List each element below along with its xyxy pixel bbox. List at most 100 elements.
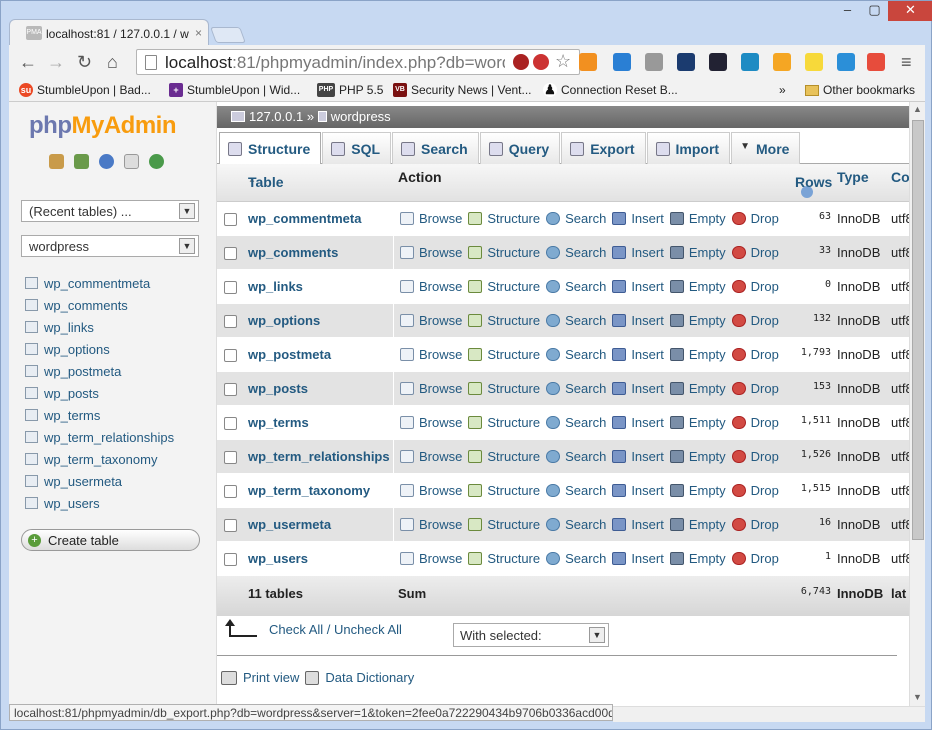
table-name-link[interactable]: wp_options: [248, 313, 320, 328]
bookmarks-overflow-button[interactable]: »: [779, 83, 786, 97]
extension-icon[interactable]: [773, 53, 791, 71]
sidebar-table-item[interactable]: wp_commentmeta: [25, 272, 174, 294]
empty-action[interactable]: Empty: [669, 551, 726, 566]
search-action[interactable]: Search: [546, 517, 606, 532]
insert-action[interactable]: Insert: [612, 347, 664, 362]
row-checkbox[interactable]: [224, 451, 237, 464]
sidebar-table-item[interactable]: wp_posts: [25, 382, 174, 404]
row-checkbox[interactable]: [224, 315, 237, 328]
table-name-link[interactable]: wp_postmeta: [248, 347, 331, 362]
sidebar-table-item[interactable]: wp_comments: [25, 294, 174, 316]
row-checkbox[interactable]: [224, 553, 237, 566]
scroll-down-icon[interactable]: ▼: [913, 692, 922, 702]
sidebar-table-item[interactable]: wp_term_relationships: [25, 426, 174, 448]
database-select[interactable]: wordpress ▼: [21, 235, 199, 257]
empty-action[interactable]: Empty: [669, 449, 726, 464]
empty-action[interactable]: Empty: [669, 313, 726, 328]
bookmark-item[interactable]: VB Security News | Vent...: [393, 83, 532, 97]
breadcrumb-db[interactable]: wordpress: [331, 109, 391, 124]
tab-structure[interactable]: Structure: [219, 132, 322, 164]
create-table-button[interactable]: + Create table: [21, 529, 200, 551]
drop-action[interactable]: Drop: [731, 551, 779, 566]
browser-tab[interactable]: PMA localhost:81 / 127.0.0.1 / w ×: [9, 19, 209, 47]
bookmark-star-icon[interactable]: ☆: [555, 51, 571, 72]
extension-icon[interactable]: [709, 53, 727, 71]
breadcrumb-server[interactable]: 127.0.0.1: [249, 109, 303, 124]
other-bookmarks[interactable]: Other bookmarks: [805, 83, 915, 97]
docs-icon[interactable]: [124, 154, 139, 169]
empty-action[interactable]: Empty: [669, 483, 726, 498]
search-action[interactable]: Search: [546, 245, 606, 260]
extension-icon[interactable]: [613, 53, 631, 71]
browse-action[interactable]: Browse: [400, 279, 462, 294]
structure-action[interactable]: Structure: [468, 449, 540, 464]
table-name-link[interactable]: wp_term_relationships: [248, 449, 390, 464]
tab-import[interactable]: Import: [646, 132, 731, 164]
drop-action[interactable]: Drop: [731, 279, 779, 294]
scroll-thumb[interactable]: [912, 120, 924, 540]
browse-action[interactable]: Browse: [400, 415, 462, 430]
extension-icon[interactable]: [867, 53, 885, 71]
empty-action[interactable]: Empty: [669, 381, 726, 396]
structure-action[interactable]: Structure: [468, 551, 540, 566]
row-checkbox[interactable]: [224, 485, 237, 498]
search-action[interactable]: Search: [546, 449, 606, 464]
reload-icon[interactable]: ↻: [77, 53, 92, 71]
structure-action[interactable]: Structure: [468, 347, 540, 362]
drop-action[interactable]: Drop: [731, 517, 779, 532]
insert-action[interactable]: Insert: [612, 313, 664, 328]
tab-export[interactable]: Export: [561, 132, 646, 164]
sidebar-table-item[interactable]: wp_options: [25, 338, 174, 360]
col-header-rows[interactable]: Rows: [795, 169, 832, 201]
search-action[interactable]: Search: [546, 347, 606, 362]
structure-action[interactable]: Structure: [468, 415, 540, 430]
print-view-link[interactable]: Print view: [243, 670, 299, 685]
search-action[interactable]: Search: [546, 381, 606, 396]
horizontal-scrollbar[interactable]: [613, 706, 925, 722]
empty-action[interactable]: Empty: [669, 211, 726, 226]
table-name-link[interactable]: wp_posts: [248, 381, 308, 396]
search-action[interactable]: Search: [546, 211, 606, 226]
extension-icon[interactable]: [645, 53, 663, 71]
rss-icon[interactable]: [579, 53, 597, 71]
browse-action[interactable]: Browse: [400, 381, 462, 396]
browse-action[interactable]: Browse: [400, 347, 462, 362]
help-icon[interactable]: [99, 154, 114, 169]
insert-action[interactable]: Insert: [612, 483, 664, 498]
row-checkbox[interactable]: [224, 417, 237, 430]
extension-icon[interactable]: [741, 53, 759, 71]
sidebar-table-item[interactable]: wp_postmeta: [25, 360, 174, 382]
col-header-type[interactable]: Type: [837, 169, 869, 185]
back-arrow-icon[interactable]: ←: [19, 53, 37, 71]
browse-action[interactable]: Browse: [400, 449, 462, 464]
empty-action[interactable]: Empty: [669, 245, 726, 260]
logout-icon[interactable]: [74, 154, 89, 169]
bookmark-item[interactable]: PHP PHP 5.5: [317, 83, 383, 97]
search-action[interactable]: Search: [546, 483, 606, 498]
recent-tables-select[interactable]: (Recent tables) ... ▼: [21, 200, 199, 222]
sidebar-table-item[interactable]: wp_links: [25, 316, 174, 338]
browse-action[interactable]: Browse: [400, 483, 462, 498]
forward-arrow-icon[interactable]: →: [47, 53, 65, 71]
with-selected-select[interactable]: With selected: ▼: [453, 623, 609, 647]
drop-action[interactable]: Drop: [731, 347, 779, 362]
refresh-icon[interactable]: [149, 154, 164, 169]
tab-query[interactable]: Query: [479, 132, 561, 164]
browse-action[interactable]: Browse: [400, 551, 462, 566]
empty-action[interactable]: Empty: [669, 279, 726, 294]
col-header-collation[interactable]: Co: [891, 169, 910, 185]
search-action[interactable]: Search: [546, 313, 606, 328]
search-action[interactable]: Search: [546, 415, 606, 430]
browse-action[interactable]: Browse: [400, 313, 462, 328]
vertical-scrollbar[interactable]: ▲ ▼: [909, 102, 925, 706]
drop-action[interactable]: Drop: [731, 483, 779, 498]
insert-action[interactable]: Insert: [612, 245, 664, 260]
browse-action[interactable]: Browse: [400, 211, 462, 226]
row-checkbox[interactable]: [224, 247, 237, 260]
menu-icon[interactable]: ≡: [901, 53, 912, 71]
drop-action[interactable]: Drop: [731, 313, 779, 328]
bookmark-item[interactable]: ♟ Connection Reset B...: [543, 83, 678, 97]
home-icon[interactable]: ⌂: [107, 53, 118, 71]
browse-action[interactable]: Browse: [400, 517, 462, 532]
structure-action[interactable]: Structure: [468, 279, 540, 294]
